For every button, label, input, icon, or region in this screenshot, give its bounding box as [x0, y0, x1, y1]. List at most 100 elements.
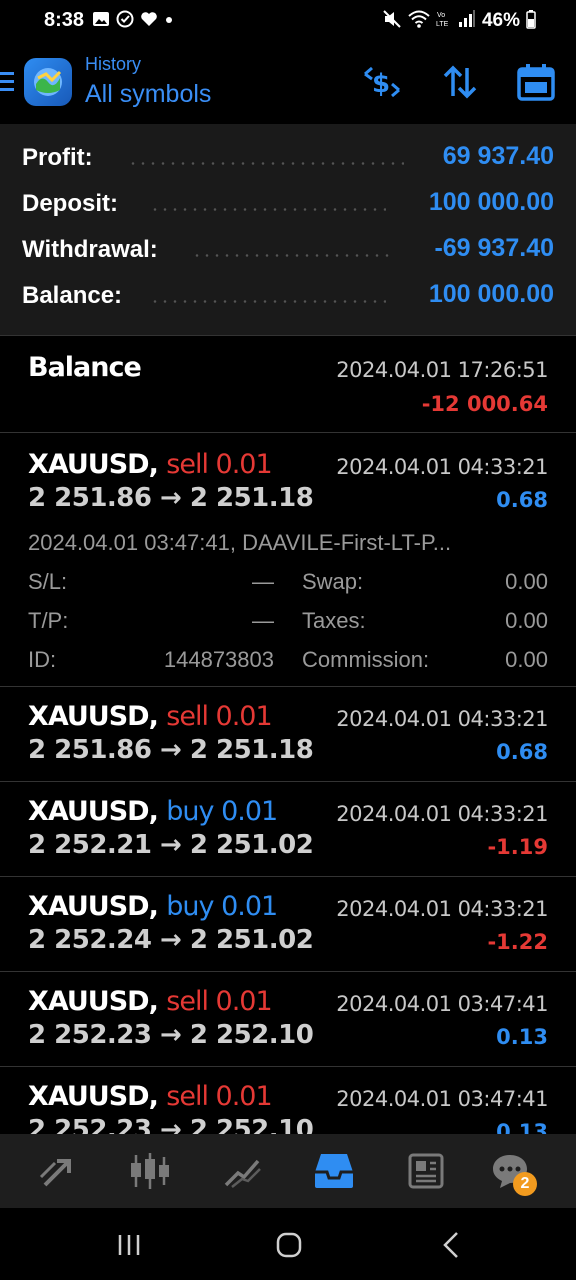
dotted-leader: [192, 254, 394, 257]
withdrawal-value: -69 937.40: [434, 234, 554, 262]
deal-time: 2024.04.01 17:26:51: [336, 358, 548, 382]
battery-icon: [526, 9, 536, 34]
deal-time: 2024.04.01 04:33:21: [336, 455, 548, 479]
deal-row[interactable]: XAUUSD, sell 0.01 2024.04.01 03:47:41 2 …: [0, 972, 576, 1066]
deal-symbol-line: XAUUSD, buy 0.01: [28, 796, 278, 827]
deal-type: buy 0.01: [166, 796, 278, 827]
deal-symbol: XAUUSD,: [28, 701, 159, 732]
calendar-icon[interactable]: [516, 62, 556, 102]
balance-operation-row[interactable]: Balance 2024.04.01 17:26:51 -12 000.64: [0, 336, 576, 431]
deal-symbol-line: XAUUSD, sell 0.01: [28, 1081, 273, 1112]
bottom-navigation: 2: [0, 1134, 576, 1208]
deal-type: sell 0.01: [166, 449, 272, 480]
deal-time: 2024.04.01 04:33:21: [336, 707, 548, 731]
taxes-label: Taxes:: [302, 608, 366, 633]
deal-profit: -1.22: [487, 930, 548, 954]
deal-row[interactable]: XAUUSD, buy 0.01 2024.04.01 04:33:21 2 2…: [0, 877, 576, 971]
home-icon[interactable]: [274, 1230, 304, 1260]
recent-apps-icon[interactable]: [114, 1230, 144, 1260]
news-icon[interactable]: [403, 1148, 449, 1194]
deal-prices: 2 251.86 → 2 251.18: [28, 483, 314, 513]
page-subtitle: History: [85, 54, 142, 74]
deal-row[interactable]: XAUUSD, sell 0.01 2024.04.01 04:33:21 2 …: [0, 687, 576, 781]
volte-icon: Vo LTE: [436, 9, 452, 34]
withdrawal-row: Withdrawal: -69 937.40: [22, 230, 554, 270]
deal-type: sell 0.01: [166, 1081, 272, 1112]
deal-time: 2024.04.01 03:47:41: [336, 992, 548, 1016]
id-label: ID:: [28, 647, 57, 672]
deposit-value: 100 000.00: [428, 188, 554, 216]
balance-row: Balance: 100 000.00: [22, 276, 554, 316]
deal-symbol-line: XAUUSD, sell 0.01: [28, 986, 273, 1017]
deal-open-info: 2024.04.01 03:47:41, DAAVILE-First-LT-P.…: [28, 530, 452, 555]
deal-type: sell 0.01: [166, 701, 272, 732]
id-value: 144873803: [163, 647, 274, 672]
battery-percent: 46%: [481, 10, 520, 31]
trade-icon[interactable]: [219, 1148, 265, 1194]
deal-row-expanded[interactable]: XAUUSD, sell 0.01 2024.04.01 04:33:21 2 …: [0, 433, 576, 685]
deposit-row: Deposit: 100 000.00: [22, 184, 554, 224]
messages-badge: 2: [513, 1172, 537, 1196]
system-navigation-bar: [0, 1208, 576, 1280]
deposit-label: Deposit:: [22, 190, 118, 217]
svg-text:LTE: LTE: [436, 21, 449, 28]
deal-row[interactable]: XAUUSD, sell 0.01 2024.04.01 03:47:41 2 …: [0, 1067, 576, 1134]
deal-symbol-line: XAUUSD, sell 0.01: [28, 701, 273, 732]
sort-icon[interactable]: [440, 62, 480, 102]
page-title[interactable]: All symbols: [85, 80, 211, 109]
status-bar: 8:38 Vo LTE 46%: [0, 0, 576, 42]
check-circle-icon: [116, 10, 134, 33]
deal-prices: 2 251.86 → 2 251.18: [28, 735, 314, 765]
tp-value: —: [252, 608, 274, 633]
status-notification-icons: [92, 10, 174, 32]
status-time: 8:38: [44, 9, 85, 31]
balance-label: Balance:: [22, 282, 123, 309]
balance-operation-amount: -12 000.64: [421, 392, 548, 416]
status-system-icons: Vo LTE 46%: [382, 9, 536, 34]
deal-profit: 0.13: [496, 1025, 548, 1049]
deal-time: 2024.04.01 04:33:21: [336, 802, 548, 826]
back-icon[interactable]: [436, 1230, 466, 1260]
menu-icon[interactable]: [0, 70, 16, 94]
commission-value: 0.00: [505, 647, 548, 672]
swap-value: 0.00: [505, 569, 548, 594]
dotted-leader: [128, 162, 404, 165]
currency-exchange-icon[interactable]: $: [362, 62, 402, 102]
deal-row[interactable]: XAUUSD, buy 0.01 2024.04.01 04:33:21 2 2…: [0, 782, 576, 876]
sl-label: S/L:: [28, 569, 68, 594]
app-bar: History All symbols $: [0, 42, 576, 124]
chart-icon[interactable]: [127, 1148, 173, 1194]
svg-text:Vo: Vo: [437, 12, 445, 19]
dotted-leader: [150, 300, 386, 303]
messages-icon[interactable]: 2: [487, 1148, 537, 1196]
commission-label: Commission:: [302, 647, 430, 672]
deal-symbol: XAUUSD,: [28, 891, 159, 922]
quotes-icon[interactable]: [34, 1148, 80, 1194]
dotted-leader: [150, 208, 386, 211]
deal-symbol-line: XAUUSD, buy 0.01: [28, 891, 278, 922]
profit-row: Profit: 69 937.40: [22, 138, 554, 178]
deal-prices: 2 252.23 → 2 252.10: [28, 1020, 314, 1050]
deal-profit: 0.68: [496, 740, 548, 764]
deal-prices: 2 252.24 → 2 251.02: [28, 925, 314, 955]
deal-type: buy 0.01: [166, 891, 278, 922]
history-icon[interactable]: [311, 1148, 357, 1194]
deal-symbol: XAUUSD,: [28, 986, 159, 1017]
profit-value: 69 937.40: [442, 142, 554, 170]
app-logo: [24, 58, 72, 106]
deal-type: sell 0.01: [166, 986, 272, 1017]
deal-symbol: XAUUSD,: [28, 449, 159, 480]
mute-icon: [382, 9, 402, 34]
signal-icon: [458, 9, 476, 34]
deal-symbol: XAUUSD,: [28, 796, 159, 827]
balance-value: 100 000.00: [428, 280, 554, 308]
sl-value: —: [252, 569, 274, 594]
taxes-value: 0.00: [505, 608, 548, 633]
deal-prices: 2 252.21 → 2 251.02: [28, 830, 314, 860]
heart-icon: [140, 10, 158, 33]
deal-profit: 0.13: [496, 1120, 548, 1134]
deal-profit: -1.19: [487, 835, 548, 859]
withdrawal-label: Withdrawal:: [22, 236, 158, 263]
profit-label: Profit:: [22, 144, 93, 171]
deal-time: 2024.04.01 03:47:41: [336, 1087, 548, 1111]
